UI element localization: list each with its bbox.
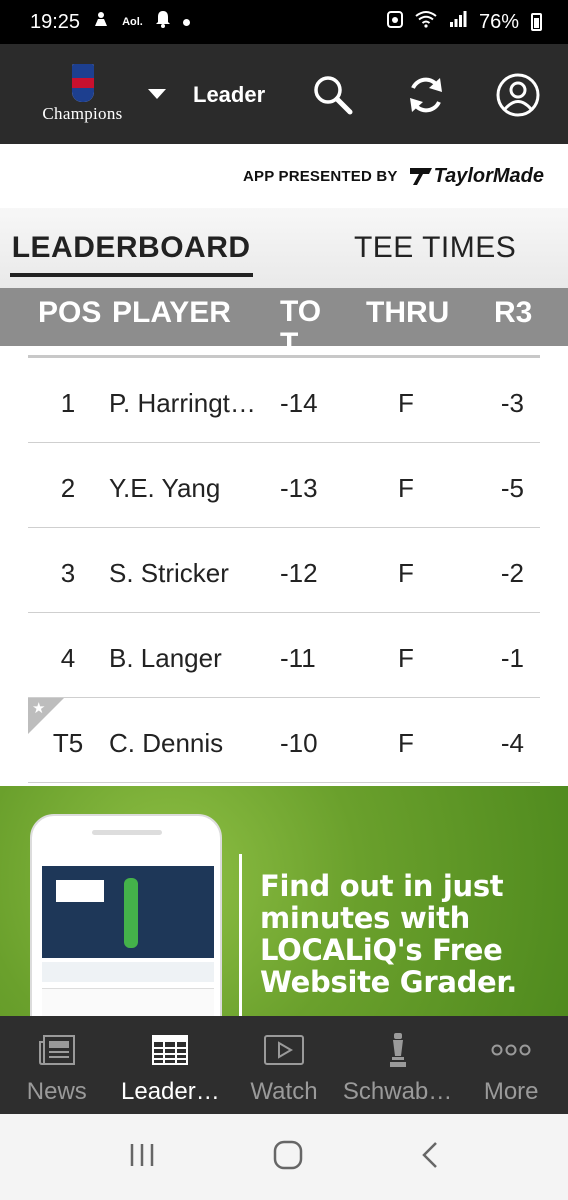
advertisement-banner[interactable]: Find out in just minutes with LOCALiQ's …: [0, 786, 568, 1016]
column-thru[interactable]: THRU: [366, 296, 449, 330]
status-bar: 19:25 Aol. 76%: [0, 0, 568, 44]
table-row[interactable]: ★ T5 C. Dennis -10 F -4: [28, 698, 540, 783]
tab-tee-times[interactable]: TEE TIMES: [352, 217, 518, 279]
battery-percent: 76%: [478, 10, 519, 33]
nav-more[interactable]: More: [454, 1016, 568, 1114]
bottom-navigation: News Leader… Watch Schwab… More: [0, 1016, 568, 1114]
row-r3: -5: [500, 473, 524, 503]
status-carrier: Aol.: [122, 16, 143, 28]
user-account-icon[interactable]: [495, 72, 541, 118]
more-dots-icon: [491, 1032, 531, 1068]
row-tot: -14: [280, 388, 318, 418]
leaderboard-table: 1 P. Harringt… -14 F -3 2 Y.E. Yang -13 …: [0, 346, 568, 786]
nav-label: Leader…: [121, 1078, 220, 1105]
search-icon[interactable]: [310, 72, 356, 118]
leaderboard-grid-icon: [152, 1032, 189, 1068]
column-pos[interactable]: POS: [38, 296, 101, 330]
play-video-icon: [263, 1032, 304, 1068]
row-pos: 2: [60, 473, 76, 503]
column-tot[interactable]: TOT: [280, 296, 324, 347]
app-header: Champions Leader: [0, 44, 568, 144]
row-pos: 4: [60, 643, 76, 673]
row-player: P. Harringt…: [109, 388, 256, 418]
back-icon[interactable]: [420, 1140, 440, 1175]
nav-label: News: [26, 1078, 87, 1105]
sponsor-banner[interactable]: APP PRESENTED BY TaylorMade: [0, 144, 568, 208]
signal-icon: [449, 10, 467, 34]
notification-dot-icon: [182, 18, 190, 26]
sponsor-brand-text: TaylorMade: [433, 164, 544, 187]
nav-label: More: [483, 1078, 539, 1105]
taylormade-t-icon: [409, 168, 432, 185]
battery-icon: [531, 13, 542, 31]
row-r3: -1: [500, 643, 524, 673]
column-player[interactable]: PLAYER: [112, 296, 231, 330]
home-icon[interactable]: [273, 1140, 303, 1175]
sponsor-brand: TaylorMade: [409, 164, 544, 188]
table-row[interactable]: 2 Y.E. Yang -13 F -5: [28, 443, 540, 528]
status-time: 19:25: [30, 10, 81, 33]
row-pos: 1: [60, 388, 76, 418]
page-title: Leader: [193, 82, 266, 107]
bell-icon: [155, 10, 171, 34]
nav-label: Watch: [250, 1078, 318, 1105]
wifi-icon: [415, 10, 437, 34]
row-pos: T5: [52, 728, 84, 758]
column-r3[interactable]: R3: [494, 296, 532, 330]
recent-apps-icon[interactable]: [128, 1142, 156, 1173]
row-thru: F: [398, 473, 414, 503]
leaderboard-tabs: LEADERBOARD TEE TIMES: [0, 208, 568, 288]
nav-schwab[interactable]: Schwab…: [341, 1016, 455, 1114]
row-tot: -13: [280, 473, 318, 503]
row-tot: -11: [280, 643, 316, 673]
table-row[interactable]: 3 S. Stricker -12 F -2: [28, 528, 540, 613]
ad-headline: Find out in just minutes with LOCALiQ's …: [260, 869, 517, 999]
row-thru: F: [398, 388, 414, 418]
notification-app-icon: [92, 10, 110, 34]
newspaper-icon: [38, 1032, 76, 1068]
nav-news[interactable]: News: [0, 1016, 114, 1114]
row-tot: -10: [280, 728, 318, 758]
ad-divider: [239, 854, 242, 1016]
nav-label: Schwab…: [342, 1078, 453, 1105]
row-player: Y.E. Yang: [109, 473, 221, 503]
tournament-dropdown-icon[interactable]: [148, 89, 166, 99]
row-pos: 3: [60, 558, 76, 588]
table-row[interactable]: 1 P. Harringt… -14 F -3: [28, 358, 540, 443]
row-tot: -12: [280, 558, 318, 588]
row-thru: F: [398, 643, 414, 673]
row-r3: -3: [500, 388, 524, 418]
row-r3: -2: [500, 558, 524, 588]
table-row[interactable]: 4 B. Langer -11 F -1: [28, 613, 540, 698]
logo-text: Champions: [42, 104, 123, 123]
row-player: S. Stricker: [109, 558, 229, 588]
pga-tour-shield-icon: [71, 64, 94, 102]
row-thru: F: [398, 558, 414, 588]
trophy-icon: [388, 1032, 408, 1068]
champions-logo[interactable]: Champions: [30, 64, 135, 126]
row-thru: F: [398, 728, 414, 758]
star-icon: ★: [32, 700, 46, 717]
column-header-row: POS PLAYER TOT THRU R3: [0, 288, 568, 346]
tab-leaderboard[interactable]: LEADERBOARD: [9, 217, 253, 279]
nav-watch[interactable]: Watch: [227, 1016, 341, 1114]
row-player: B. Langer: [109, 643, 222, 673]
system-navigation-bar: [0, 1114, 568, 1200]
nav-leaderboard[interactable]: Leader…: [114, 1016, 228, 1114]
row-r3: -4: [500, 728, 524, 758]
refresh-icon[interactable]: [403, 72, 449, 118]
row-player: C. Dennis: [109, 728, 224, 758]
ad-phone-image: [30, 814, 222, 1016]
sponsor-label: APP PRESENTED BY: [242, 167, 398, 185]
data-saver-icon: [386, 10, 403, 34]
